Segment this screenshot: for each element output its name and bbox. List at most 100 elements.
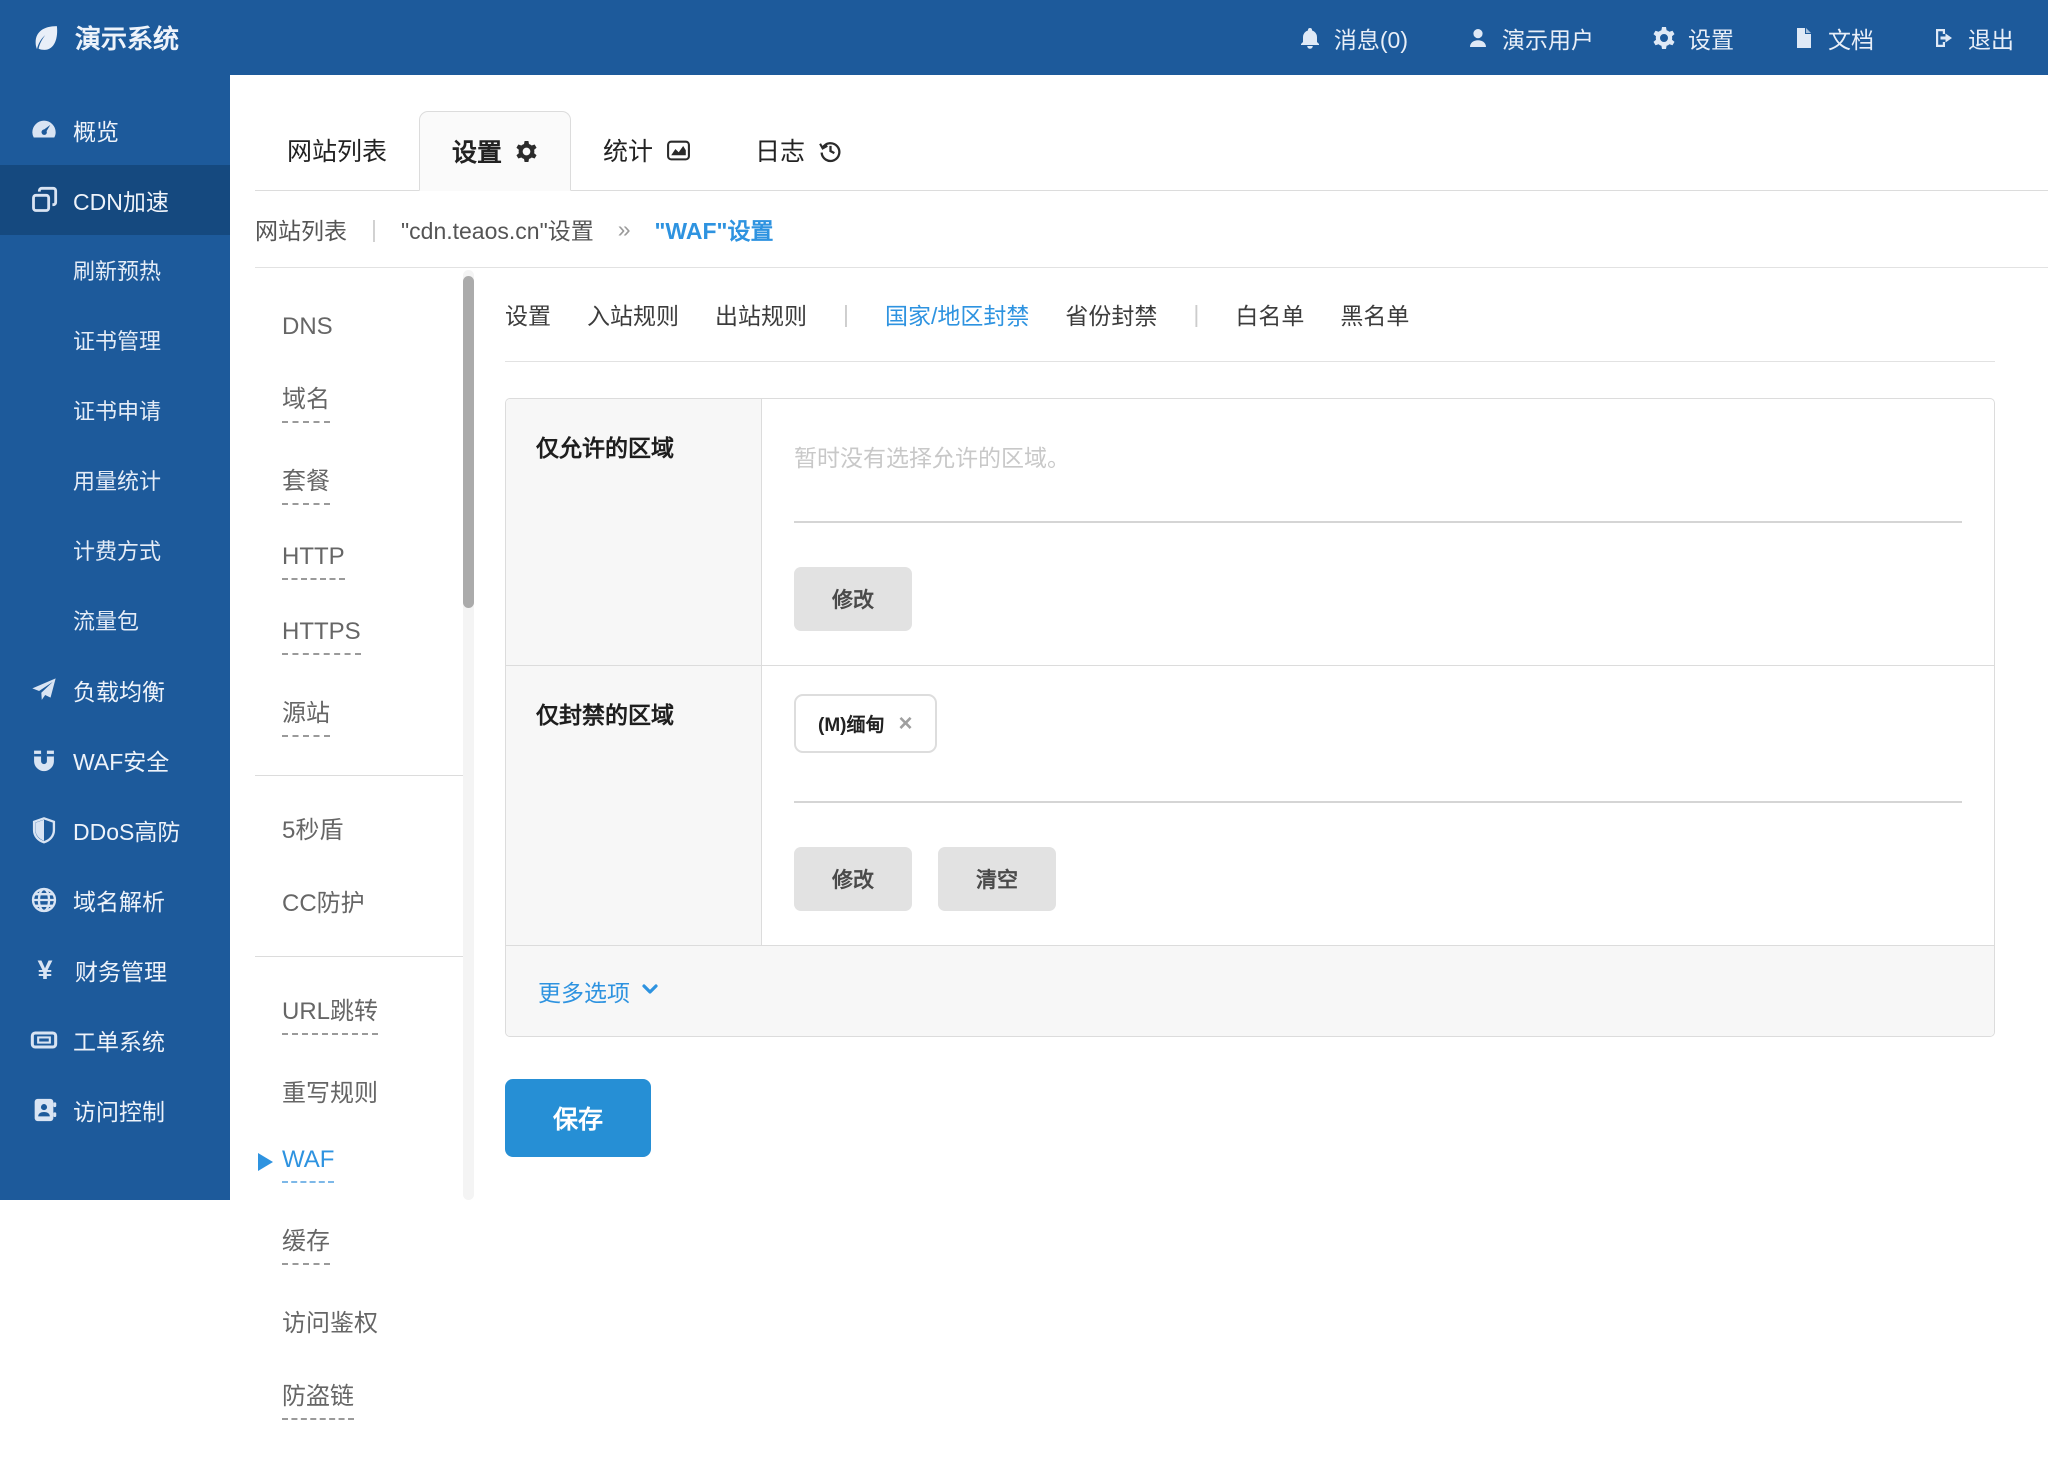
history-icon [818, 138, 843, 163]
paper-plane-icon [30, 676, 58, 704]
yen-icon: ¥ [30, 955, 60, 986]
sidebar-item-purge[interactable]: 刷新预热 [0, 235, 230, 305]
magnet-icon [30, 746, 58, 774]
breadcrumb-site-settings[interactable]: "cdn.teaos.cn"设置 [401, 212, 594, 246]
waf-tab-settings[interactable]: 设置 [505, 297, 551, 331]
submenu-item-http[interactable]: HTTP [282, 543, 470, 580]
sidebar-item-cert-apply[interactable]: 证书申请 [0, 375, 230, 445]
sidebar-item-load-balance[interactable]: 负载均衡 [0, 655, 230, 725]
logout-button[interactable]: 退出 [1932, 21, 2014, 55]
logout-icon [1932, 26, 1956, 50]
allowed-modify-button[interactable]: 修改 [794, 567, 912, 631]
submenu-divider [255, 956, 467, 957]
app-brand: 演示系统 [0, 19, 179, 56]
waf-tab-province-block[interactable]: 省份封禁 [1065, 297, 1157, 331]
scrollbar-thumb[interactable] [463, 276, 474, 608]
gear-icon [515, 140, 538, 163]
waf-tab-separator: | [843, 301, 849, 328]
settings-submenu: DNS 域名 套餐 HTTP HTTPS 源站 5秒盾 CC防护 URL跳转 重… [255, 313, 470, 1458]
blocked-regions-row: 仅封禁的区域 (M)缅甸 × 修改 清空 [506, 666, 1994, 946]
submenu-item-cache[interactable]: 缓存 [282, 1221, 470, 1265]
waf-tab-outbound-rules[interactable]: 出站规则 [715, 297, 807, 331]
waf-tab-country-block[interactable]: 国家/地区封禁 [885, 297, 1029, 331]
field-underline [794, 801, 1962, 803]
ticket-icon [30, 1026, 58, 1054]
user-menu-button[interactable]: 演示用户 [1466, 21, 1594, 55]
top-navbar: 演示系统 消息(0) 演示用户 设置 文档 [0, 0, 2048, 75]
waf-tab-whitelist[interactable]: 白名单 [1235, 297, 1304, 331]
waf-tab-separator: | [1193, 301, 1199, 328]
breadcrumb: 网站列表 | "cdn.teaos.cn"设置 » "WAF"设置 [255, 191, 2048, 268]
field-underline [794, 521, 1962, 523]
sidebar-item-tickets[interactable]: 工单系统 [0, 1005, 230, 1075]
submenu-item-auth[interactable]: 访问鉴权 [282, 1303, 470, 1338]
submenu-item-dns[interactable]: DNS [282, 313, 470, 341]
save-button[interactable]: 保存 [505, 1079, 651, 1157]
sidebar-item-usage[interactable]: 用量统计 [0, 445, 230, 515]
id-card-icon [30, 1096, 58, 1124]
submenu-item-5s-shield[interactable]: 5秒盾 [282, 810, 470, 845]
sidebar-item-waf[interactable]: WAF安全 [0, 725, 230, 795]
content-area: 网站列表 设置 统计 日志 网站列表 | "cdn.teaos.cn"设置 » … [230, 75, 2048, 1200]
breadcrumb-separator: | [371, 216, 377, 243]
allowed-regions-row: 仅允许的区域 暂时没有选择允许的区域。 修改 [506, 399, 1994, 666]
blocked-regions-value: (M)缅甸 × 修改 清空 [762, 666, 1994, 945]
sidebar-item-cdn[interactable]: CDN加速 [0, 165, 230, 235]
main-sidebar: 概览 CDN加速 刷新预热 证书管理 证书申请 用量统计 计费方式 流量包 负载… [0, 75, 230, 1200]
allowed-regions-label: 仅允许的区域 [506, 399, 762, 665]
submenu-item-url-redirect[interactable]: URL跳转 [282, 991, 470, 1035]
messages-button[interactable]: 消息(0) [1298, 21, 1408, 55]
area-chart-icon [666, 138, 691, 163]
submenu-item-https[interactable]: HTTPS [282, 618, 470, 655]
submenu-item-plan[interactable]: 套餐 [282, 461, 470, 505]
dashboard-icon [30, 116, 58, 144]
allowed-regions-empty-text: 暂时没有选择允许的区域。 [794, 427, 1962, 473]
sidebar-item-traffic-pack[interactable]: 流量包 [0, 585, 230, 655]
tab-settings[interactable]: 设置 [419, 111, 571, 191]
submenu-item-hotlink[interactable]: 防盗链 [282, 1376, 470, 1420]
tab-logs[interactable]: 日志 [723, 110, 875, 190]
submenu-item-domain[interactable]: 域名 [282, 379, 470, 423]
settings-button[interactable]: 设置 [1652, 21, 1734, 55]
breadcrumb-current-waf[interactable]: "WAF"设置 [655, 212, 774, 246]
tab-site-list[interactable]: 网站列表 [255, 110, 419, 190]
globe-icon [30, 886, 58, 914]
tag-close-icon[interactable]: × [898, 712, 912, 736]
docs-button[interactable]: 文档 [1792, 21, 1874, 55]
breadcrumb-site-list[interactable]: 网站列表 [255, 212, 347, 246]
leaf-logo-icon [30, 23, 60, 53]
gear-icon [1652, 26, 1676, 50]
cdn-clone-icon [30, 186, 58, 214]
sidebar-item-access-control[interactable]: 访问控制 [0, 1075, 230, 1145]
sidebar-item-dns[interactable]: 域名解析 [0, 865, 230, 935]
document-icon [1792, 26, 1816, 50]
submenu-item-origin[interactable]: 源站 [282, 693, 470, 737]
region-tag-myanmar: (M)缅甸 × [794, 694, 937, 753]
sidebar-item-finance[interactable]: ¥ 财务管理 [0, 935, 230, 1005]
blocked-clear-button[interactable]: 清空 [938, 847, 1056, 911]
submenu-divider [255, 775, 467, 776]
shield-icon [30, 816, 58, 844]
chevron-down-icon [640, 978, 660, 1005]
allowed-regions-value: 暂时没有选择允许的区域。 修改 [762, 399, 1994, 665]
submenu-item-cc-protect[interactable]: CC防护 [282, 883, 470, 918]
brand-label: 演示系统 [75, 19, 179, 56]
sidebar-item-overview[interactable]: 概览 [0, 95, 230, 165]
sidebar-item-billing[interactable]: 计费方式 [0, 515, 230, 585]
blocked-regions-label: 仅封禁的区域 [506, 666, 762, 945]
bell-icon [1298, 26, 1322, 50]
waf-tabbar: 设置 入站规则 出站规则 | 国家/地区封禁 省份封禁 | 白名单 黑名单 [505, 297, 1995, 362]
waf-tab-blacklist[interactable]: 黑名单 [1340, 297, 1409, 331]
more-options-link[interactable]: 更多选项 [538, 974, 660, 1008]
submenu-scrollbar[interactable] [463, 270, 474, 1200]
site-tabbar: 网站列表 设置 统计 日志 [255, 110, 2048, 191]
form-footer: 更多选项 [506, 946, 1994, 1036]
sidebar-item-ddos[interactable]: DDoS高防 [0, 795, 230, 865]
submenu-item-waf[interactable]: WAF [282, 1146, 470, 1183]
submenu-item-rewrite-rules[interactable]: 重写规则 [282, 1073, 470, 1108]
blocked-modify-button[interactable]: 修改 [794, 847, 912, 911]
tab-statistics[interactable]: 统计 [571, 110, 723, 190]
sidebar-item-cert-manage[interactable]: 证书管理 [0, 305, 230, 375]
waf-tab-inbound-rules[interactable]: 入站规则 [587, 297, 679, 331]
user-icon [1466, 26, 1490, 50]
